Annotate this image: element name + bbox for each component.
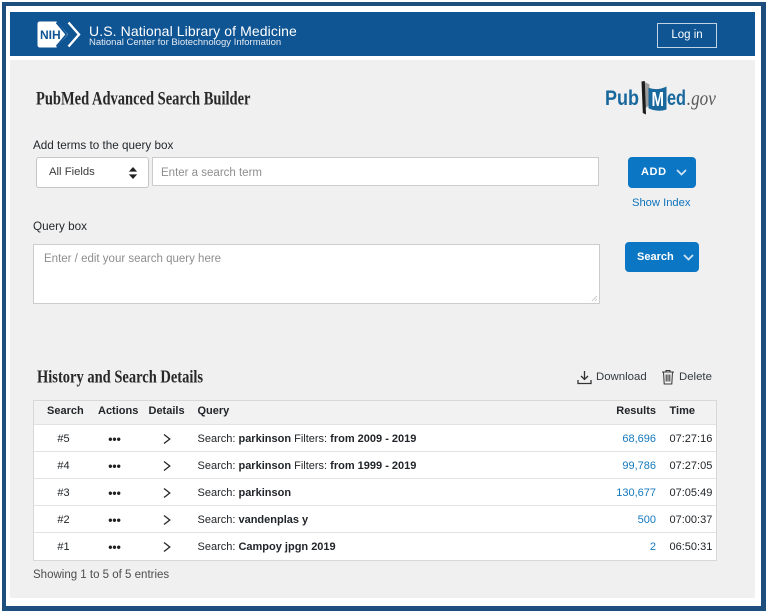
svg-text:Pub: Pub	[605, 86, 639, 110]
svg-text:ed: ed	[667, 86, 686, 110]
svg-text:.gov: .gov	[687, 88, 716, 110]
svg-text:M: M	[652, 89, 665, 111]
svg-text:NIH: NIH	[40, 28, 61, 42]
